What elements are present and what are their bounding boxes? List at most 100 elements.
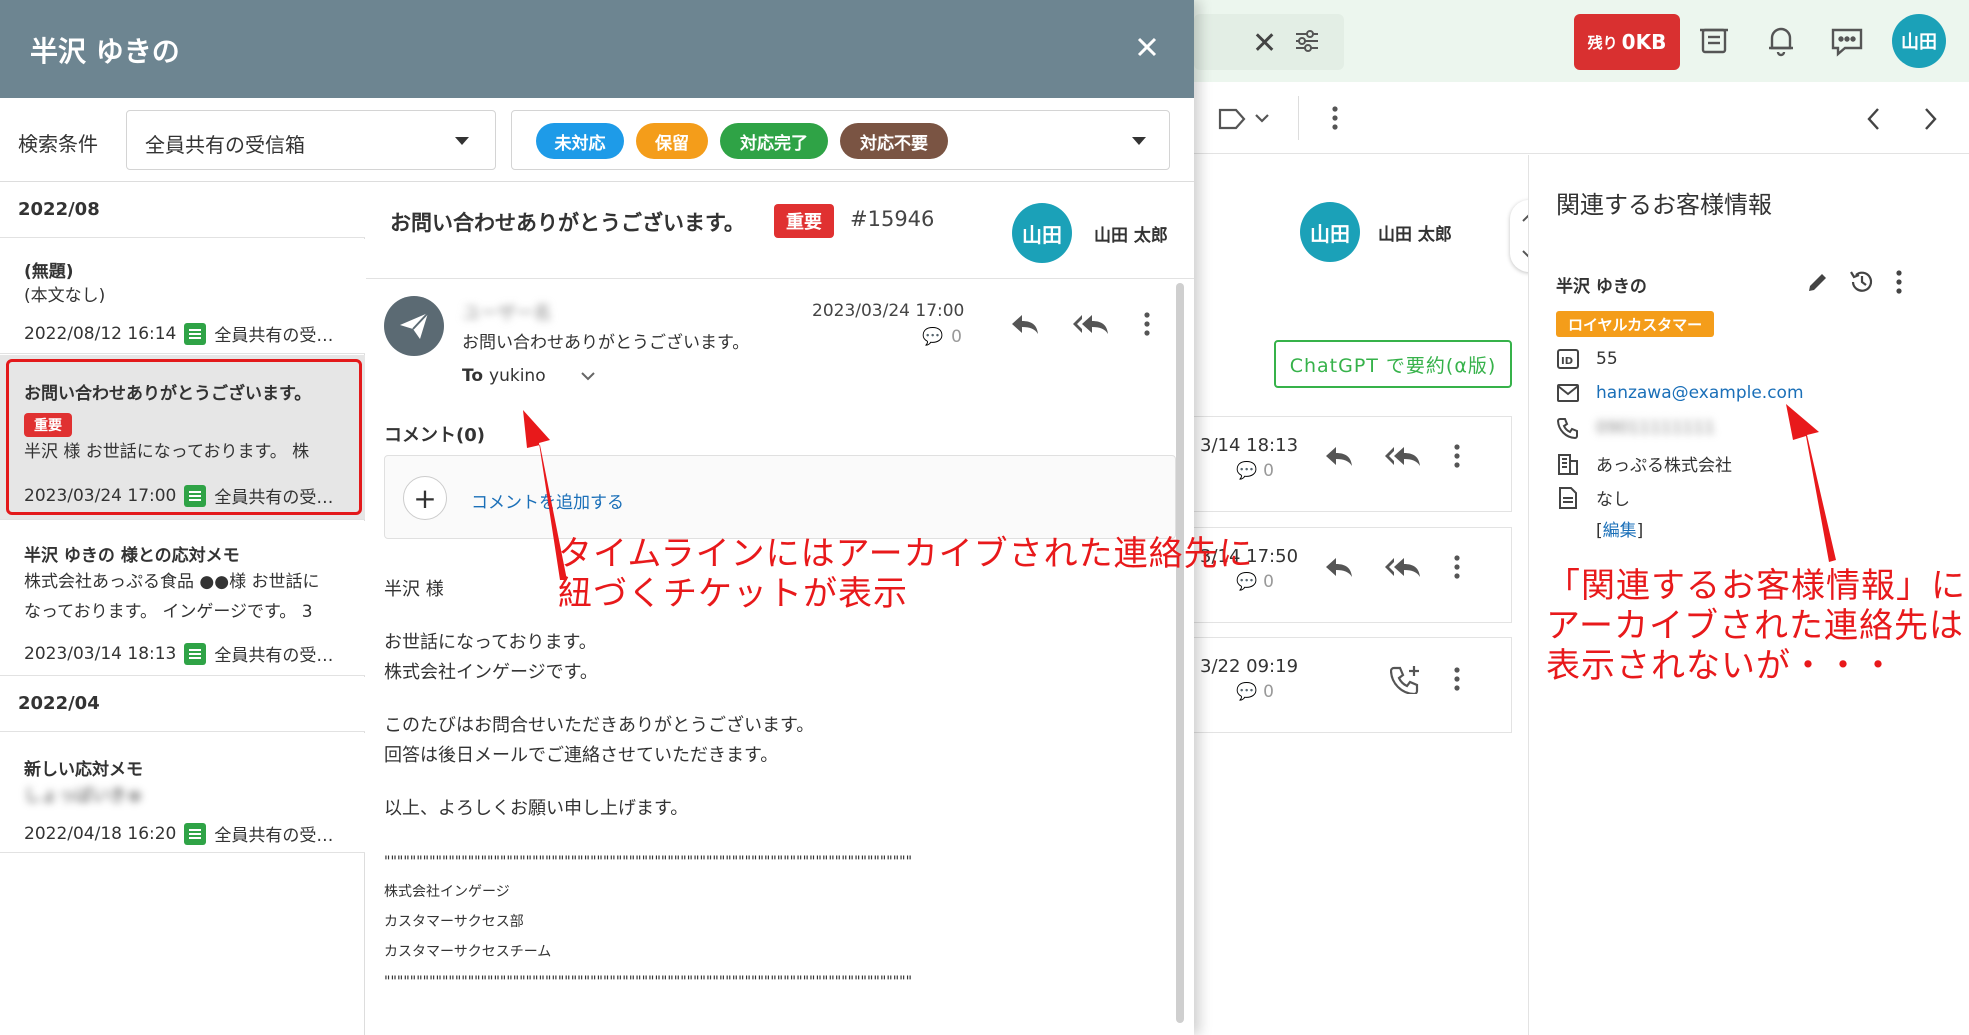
annotation-right-1: 「関連するお客様情報」に — [1546, 566, 1966, 606]
filter-settings-icon[interactable] — [1294, 24, 1320, 62]
close-icon[interactable]: ✕ — [1252, 26, 1277, 61]
list-item-date: 2022/04/18 16:20 — [24, 823, 177, 844]
storage-quota-button[interactable]: 残り 0KB — [1574, 14, 1680, 70]
list-item-selected[interactable]: お問い合わせありがとうございます。 重要 半沢 様 お世話になっております。 株… — [0, 355, 365, 520]
caret-down-icon — [455, 137, 469, 145]
caret-down-icon — [1132, 137, 1146, 145]
message-recipient[interactable]: To yukino — [462, 366, 596, 386]
close-icon[interactable] — [1130, 30, 1164, 64]
list-item-meta: 2022/04/18 16:20 全員共有の受… — [24, 821, 333, 846]
list-item-title: お問い合わせありがとうございます。 — [24, 384, 312, 404]
customer-phone: 09011111111 — [1596, 418, 1715, 438]
chevron-left-icon[interactable] — [1866, 106, 1882, 136]
reply-icon[interactable] — [1010, 313, 1040, 335]
add-comment-link[interactable]: コメントを追加する — [471, 488, 624, 513]
modal-header: 半沢 ゆきの — [0, 0, 1194, 98]
status-select[interactable]: 未対応 保留 対応完了 対応不要 — [511, 110, 1170, 170]
status-chip-hold[interactable]: 保留 — [636, 123, 708, 159]
more-vert-icon[interactable] — [1452, 443, 1462, 469]
status-chip-unneeded[interactable]: 対応不要 — [840, 123, 948, 159]
phone-plus-icon[interactable] — [1390, 664, 1422, 694]
assignee-avatar: 山田 — [1300, 202, 1360, 262]
assignee-avatar[interactable]: 山田 — [1012, 203, 1072, 263]
timeline-item[interactable]: 3/14 18:13 💬 0 — [1194, 416, 1512, 512]
list-item-inbox: 全員共有の受… — [214, 326, 334, 346]
edit-link[interactable]: 編集 — [1603, 521, 1637, 541]
ticket-toolbar — [1194, 82, 1969, 154]
edit-pencil-icon[interactable] — [1806, 270, 1830, 294]
reply-all-icon[interactable] — [1384, 556, 1422, 578]
list-item-body: しょっぱいきゅ — [24, 786, 143, 806]
modal-title: 半沢 ゆきの — [30, 35, 180, 68]
message-date: 2023/03/24 17:00 — [812, 301, 965, 321]
more-vert-icon[interactable] — [1894, 269, 1904, 295]
chevron-right-icon[interactable] — [1922, 106, 1938, 136]
more-vert-icon[interactable] — [1330, 104, 1340, 136]
status-chip-open[interactable]: 未対応 — [536, 123, 624, 159]
comment-icon: 💬 — [1236, 572, 1258, 592]
comment-count-value: 0 — [1263, 461, 1274, 481]
comment-icon: 💬 — [1236, 682, 1258, 702]
app-root: ✕ 残り 0KB 山田 山田 山田 太郎 ChatGPT で要約(α版) 3/1… — [0, 0, 1969, 1035]
chatgpt-summary-button[interactable]: ChatGPT で要約(α版) — [1274, 340, 1512, 388]
reply-all-icon[interactable] — [1384, 445, 1422, 467]
inbox-icon — [184, 822, 207, 845]
list-item-title: 半沢 ゆきの 様との応対メモ — [24, 546, 240, 566]
group-header-label: 2022/04 — [18, 693, 100, 714]
user-avatar[interactable]: 山田 — [1892, 14, 1946, 68]
chat-bubble-icon[interactable] — [1828, 22, 1866, 62]
email-signature: """"""""""""""""""""""""""""""""""""""""… — [384, 854, 913, 990]
add-icon[interactable]: + — [403, 476, 447, 520]
list-item-inbox: 全員共有の受… — [214, 646, 334, 666]
comment-label: コメント(0) — [384, 425, 485, 446]
reply-all-icon[interactable] — [1072, 313, 1110, 335]
list-item[interactable]: 新しい応対メモ しょっぱいきゅ 2022/04/18 16:20 全員共有の受… — [0, 733, 365, 853]
edit-bracket-open: [ — [1596, 521, 1603, 541]
comment-count: 💬 0 — [1236, 461, 1274, 481]
list-item-date: 2023/03/14 18:13 — [24, 643, 177, 664]
customer-email-row: hanzawa@example.com — [1556, 383, 1804, 403]
customer-phone-row: 09011111111 — [1556, 417, 1715, 439]
inbox-icon — [184, 642, 207, 665]
annotation-left-2: 紐づくチケットが表示 — [558, 574, 908, 614]
scrollbar-thumb[interactable] — [1176, 283, 1184, 1023]
more-vert-icon[interactable] — [1452, 666, 1462, 692]
related-panel-title: 関連するお客様情報 — [1556, 191, 1772, 219]
reply-icon[interactable] — [1324, 445, 1354, 467]
list-item-body: 半沢 様 お世話になっております。 株 — [24, 442, 310, 462]
reply-icon[interactable] — [1324, 556, 1354, 578]
comment-count: 💬 0 — [1236, 572, 1274, 592]
bell-icon[interactable] — [1764, 22, 1798, 62]
list-item[interactable]: 半沢 ゆきの 様との応対メモ 株式会社あっぷる食品 ●●様 お世話に なっており… — [0, 521, 365, 676]
comment-count: 💬 0 — [1236, 682, 1274, 702]
comment-box[interactable]: + コメントを追加する — [384, 455, 1176, 539]
timeline-item[interactable]: 3/22 09:19 💬 0 — [1194, 637, 1512, 733]
assignee-name: 山田 太郎 — [1094, 226, 1168, 246]
label-tag-icon[interactable] — [1218, 106, 1274, 136]
list-item[interactable]: (無題) (本文なし) 2022/08/12 16:14 全員共有の受… — [0, 239, 365, 354]
comment-count-value: 0 — [1263, 682, 1274, 702]
inbox-icon — [184, 322, 207, 345]
ticket-subject: お問い合わせありがとうございます。 — [390, 211, 745, 235]
customer-email-link[interactable]: hanzawa@example.com — [1596, 383, 1804, 403]
inbox-select-value: 全員共有の受信箱 — [145, 133, 305, 157]
building-icon — [1556, 453, 1580, 475]
chevron-down-icon[interactable] — [580, 371, 596, 381]
more-vert-icon[interactable] — [1142, 311, 1152, 337]
annotation-right-2: アーカイブされた連絡先は — [1546, 606, 1964, 646]
more-vert-icon[interactable] — [1452, 554, 1462, 580]
comment-icon: 💬 — [922, 327, 944, 347]
archive-inbox-icon[interactable] — [1696, 22, 1732, 62]
status-chip-done[interactable]: 対応完了 — [720, 123, 828, 159]
list-item-tag: 重要 — [24, 413, 72, 437]
comment-icon: 💬 — [1236, 461, 1258, 481]
group-header: 2022/08 — [0, 183, 365, 238]
inbox-select[interactable]: 全員共有の受信箱 — [126, 110, 496, 170]
list-item-title: 新しい応対メモ — [24, 760, 143, 780]
group-header-label: 2022/08 — [18, 199, 100, 220]
scrollbar[interactable] — [1176, 283, 1184, 1023]
assignee-name: 山田 太郎 — [1378, 225, 1452, 245]
list-item-meta: 2023/03/24 17:00 全員共有の受… — [24, 483, 333, 508]
annotation-right-3: 表示されないが・・・ — [1546, 646, 1896, 686]
history-icon[interactable] — [1848, 268, 1876, 296]
